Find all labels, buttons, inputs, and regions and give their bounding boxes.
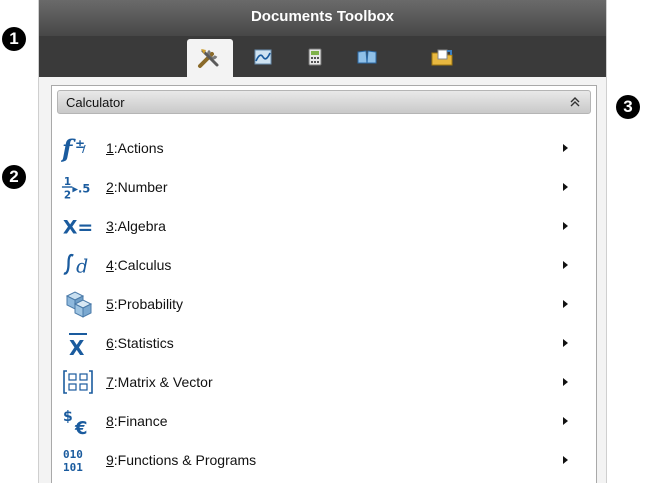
finance-icon: $ € (61, 406, 95, 436)
menu-label-actions: 1:Actions (106, 139, 164, 156)
tab-library[interactable] (344, 40, 390, 73)
submenu-arrow-icon (563, 416, 568, 425)
toolbox-tab-bar (39, 36, 606, 77)
submenu-arrow-icon (563, 299, 568, 308)
tab-documents[interactable] (419, 40, 465, 73)
library-icon (357, 49, 377, 63)
svg-text:/: / (82, 144, 86, 155)
panel-title: Calculator (66, 94, 125, 110)
svg-text:€: € (74, 418, 88, 435)
tools-icon (198, 49, 219, 68)
menu-item-number[interactable]: 1 2 ▸.5 2:Number (52, 167, 596, 206)
matrix-vector-icon (61, 367, 95, 397)
svg-text:d: d (76, 255, 88, 277)
submenu-arrow-icon (563, 182, 568, 191)
submenu-arrow-icon (563, 260, 568, 269)
calculus-icon: d (61, 250, 95, 280)
tab-tools[interactable] (187, 39, 233, 77)
actions-icon: f ± / (61, 133, 95, 163)
calculator-icon (308, 48, 322, 65)
svg-text:2: 2 (64, 189, 71, 201)
svg-text:▸.5: ▸.5 (72, 181, 90, 195)
probability-icon (61, 289, 95, 319)
number-icon: 1 2 ▸.5 (61, 172, 95, 202)
menu-item-actions[interactable]: f ± / 1:Actions (52, 128, 596, 167)
graphs-icon (254, 49, 272, 64)
submenu-arrow-icon (563, 143, 568, 152)
menu-label-number: 2:Number (106, 178, 168, 195)
menu-item-statistics[interactable]: X 6:Statistics (52, 323, 596, 362)
menu-item-calculus[interactable]: d 4:Calculus (52, 245, 596, 284)
toolbox-title: Documents Toolbox (250, 7, 395, 25)
svg-text:X: X (69, 336, 85, 357)
calculator-panel: Calculator f ± / 1:Actions 1 2 ▸.5 2:Num… (51, 85, 597, 483)
functions-programs-icon: 010 101 (61, 445, 95, 475)
menu-item-matrix-vector[interactable]: 7:Matrix & Vector (52, 362, 596, 401)
svg-text:X=: X= (63, 216, 93, 238)
menu-item-functions-programs[interactable]: 010 101 9:Functions & Programs (52, 440, 596, 479)
submenu-arrow-icon (563, 455, 568, 464)
svg-text:$: $ (63, 409, 73, 425)
svg-text:f: f (61, 134, 76, 162)
menu-label-calculus: 4:Calculus (106, 256, 172, 273)
collapse-icon[interactable] (570, 95, 580, 110)
menu-label-functions-programs: 9:Functions & Programs (106, 451, 257, 468)
callout-2: 2 (2, 165, 26, 189)
svg-text:101: 101 (63, 461, 83, 474)
statistics-icon: X (61, 328, 95, 358)
menu-item-probability[interactable]: 5:Probability (52, 284, 596, 323)
menu-item-algebra[interactable]: X= 3:Algebra (52, 206, 596, 245)
menu-label-statistics: 6:Statistics (106, 334, 174, 351)
submenu-arrow-icon (563, 377, 568, 386)
submenu-arrow-icon (563, 338, 568, 347)
documents-icon (431, 49, 453, 65)
tab-calculator[interactable] (292, 40, 338, 73)
submenu-arrow-icon (563, 221, 568, 230)
tab-graphs[interactable] (240, 40, 286, 73)
menu-label-algebra: 3:Algebra (106, 217, 166, 234)
callout-1: 1 (2, 27, 26, 51)
panel-header[interactable]: Calculator (57, 90, 591, 114)
menu-label-matrix-vector: 7:Matrix & Vector (106, 373, 213, 390)
menu-label-probability: 5:Probability (106, 295, 184, 312)
callout-3: 3 (616, 95, 640, 119)
svg-text:010: 010 (63, 448, 83, 461)
menu-item-finance[interactable]: $ € 8:Finance (52, 401, 596, 440)
menu-label-finance: 8:Finance (106, 412, 168, 429)
algebra-icon: X= (61, 211, 95, 241)
toolbox-title-bar: Documents Toolbox (39, 0, 606, 36)
documents-toolbox: Documents Toolbox Calculator f ± / 1:Act… (38, 0, 607, 483)
